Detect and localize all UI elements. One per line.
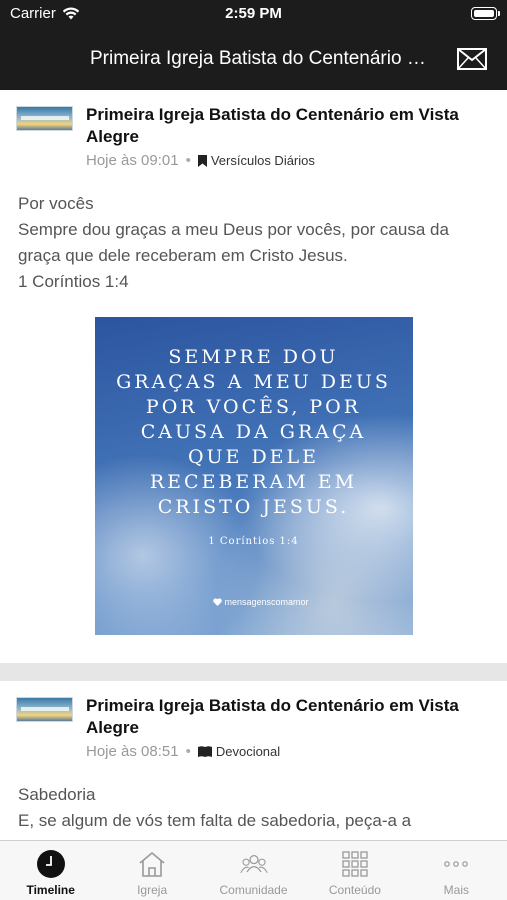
tab-conteudo[interactable]: Conteúdo <box>304 841 405 900</box>
post-header: Primeira Igreja Batista do Centenário em… <box>16 695 489 760</box>
status-bar: Carrier 2:59 PM <box>0 0 507 28</box>
post-text: E, se algum de vós tem falta de sabedori… <box>18 811 412 830</box>
image-verse-text: Sempre dou graças a meu Deus por vocês, … <box>116 346 391 518</box>
avatar[interactable] <box>16 697 73 722</box>
image-brand: mensagenscomamor <box>212 597 309 607</box>
post-meta: Hoje às 09:01 • Versículos Diários <box>86 152 489 169</box>
post-time: Hoje às 08:51 <box>86 743 179 760</box>
battery-icon <box>471 7 500 20</box>
navigation-bar: Primeira Igreja Batista do Centenário em… <box>0 28 507 90</box>
mail-icon[interactable] <box>457 48 487 70</box>
people-icon <box>239 849 269 879</box>
post-reference: 1 Coríntios 1:4 <box>18 272 129 291</box>
post-header: Primeira Igreja Batista do Centenário em… <box>16 104 489 169</box>
post-author[interactable]: Primeira Igreja Batista do Centenário em… <box>86 695 489 739</box>
tab-mais[interactable]: Mais <box>406 841 507 900</box>
bookmark-icon <box>197 154 207 167</box>
post-category[interactable]: Versículos Diários <box>197 153 315 168</box>
timeline-post[interactable]: Primeira Igreja Batista do Centenário em… <box>0 681 507 834</box>
tab-label: Mais <box>443 883 469 897</box>
post-heading: Sabedoria <box>18 785 96 804</box>
post-category[interactable]: Devocional <box>197 744 281 759</box>
clock-icon <box>36 849 66 879</box>
tab-label: Igreja <box>137 883 168 897</box>
page-title: Primeira Igreja Batista do Centenário em… <box>90 48 430 69</box>
timeline-post[interactable]: Primeira Igreja Batista do Centenário em… <box>0 90 507 635</box>
post-time: Hoje às 09:01 <box>86 152 179 169</box>
meta-separator: • <box>185 743 191 760</box>
post-body: Por vocês Sempre dou graças a meu Deus p… <box>18 191 489 295</box>
post-divider <box>0 663 507 681</box>
image-brand-label: mensagenscomamor <box>224 597 309 607</box>
timeline-feed[interactable]: Primeira Igreja Batista do Centenário em… <box>0 90 507 840</box>
book-icon <box>197 746 212 757</box>
post-body: Sabedoria E, se algum de vós tem falta d… <box>18 782 489 834</box>
post-category-label: Devocional <box>215 744 281 759</box>
more-icon <box>441 849 471 879</box>
post-meta: Hoje às 08:51 • Devocional <box>86 743 489 760</box>
post-author[interactable]: Primeira Igreja Batista do Centenário em… <box>86 104 489 148</box>
tab-comunidade[interactable]: Comunidade <box>203 841 304 900</box>
tab-timeline[interactable]: Timeline <box>0 841 101 900</box>
post-image[interactable]: Sempre dou graças a meu Deus por vocês, … <box>94 317 413 635</box>
tab-bar: Timeline Igreja Comunidade Conteúdo Mais <box>0 840 507 900</box>
meta-separator: • <box>185 152 191 169</box>
tab-label: Comunidade <box>219 883 288 897</box>
tab-igreja[interactable]: Igreja <box>101 841 202 900</box>
post-category-label: Versículos Diários <box>210 153 315 168</box>
church-icon <box>137 849 167 879</box>
heart-icon <box>212 598 222 606</box>
post-text: Sempre dou graças a meu Deus por vocês, … <box>18 220 449 265</box>
post-heading: Por vocês <box>18 194 94 213</box>
image-verse-reference: 1 Coríntios 1:4 <box>208 536 299 547</box>
grid-icon <box>340 849 370 879</box>
tab-label: Conteúdo <box>328 883 381 897</box>
tab-label: Timeline <box>26 883 75 897</box>
status-time: 2:59 PM <box>225 5 282 22</box>
avatar[interactable] <box>16 106 73 131</box>
